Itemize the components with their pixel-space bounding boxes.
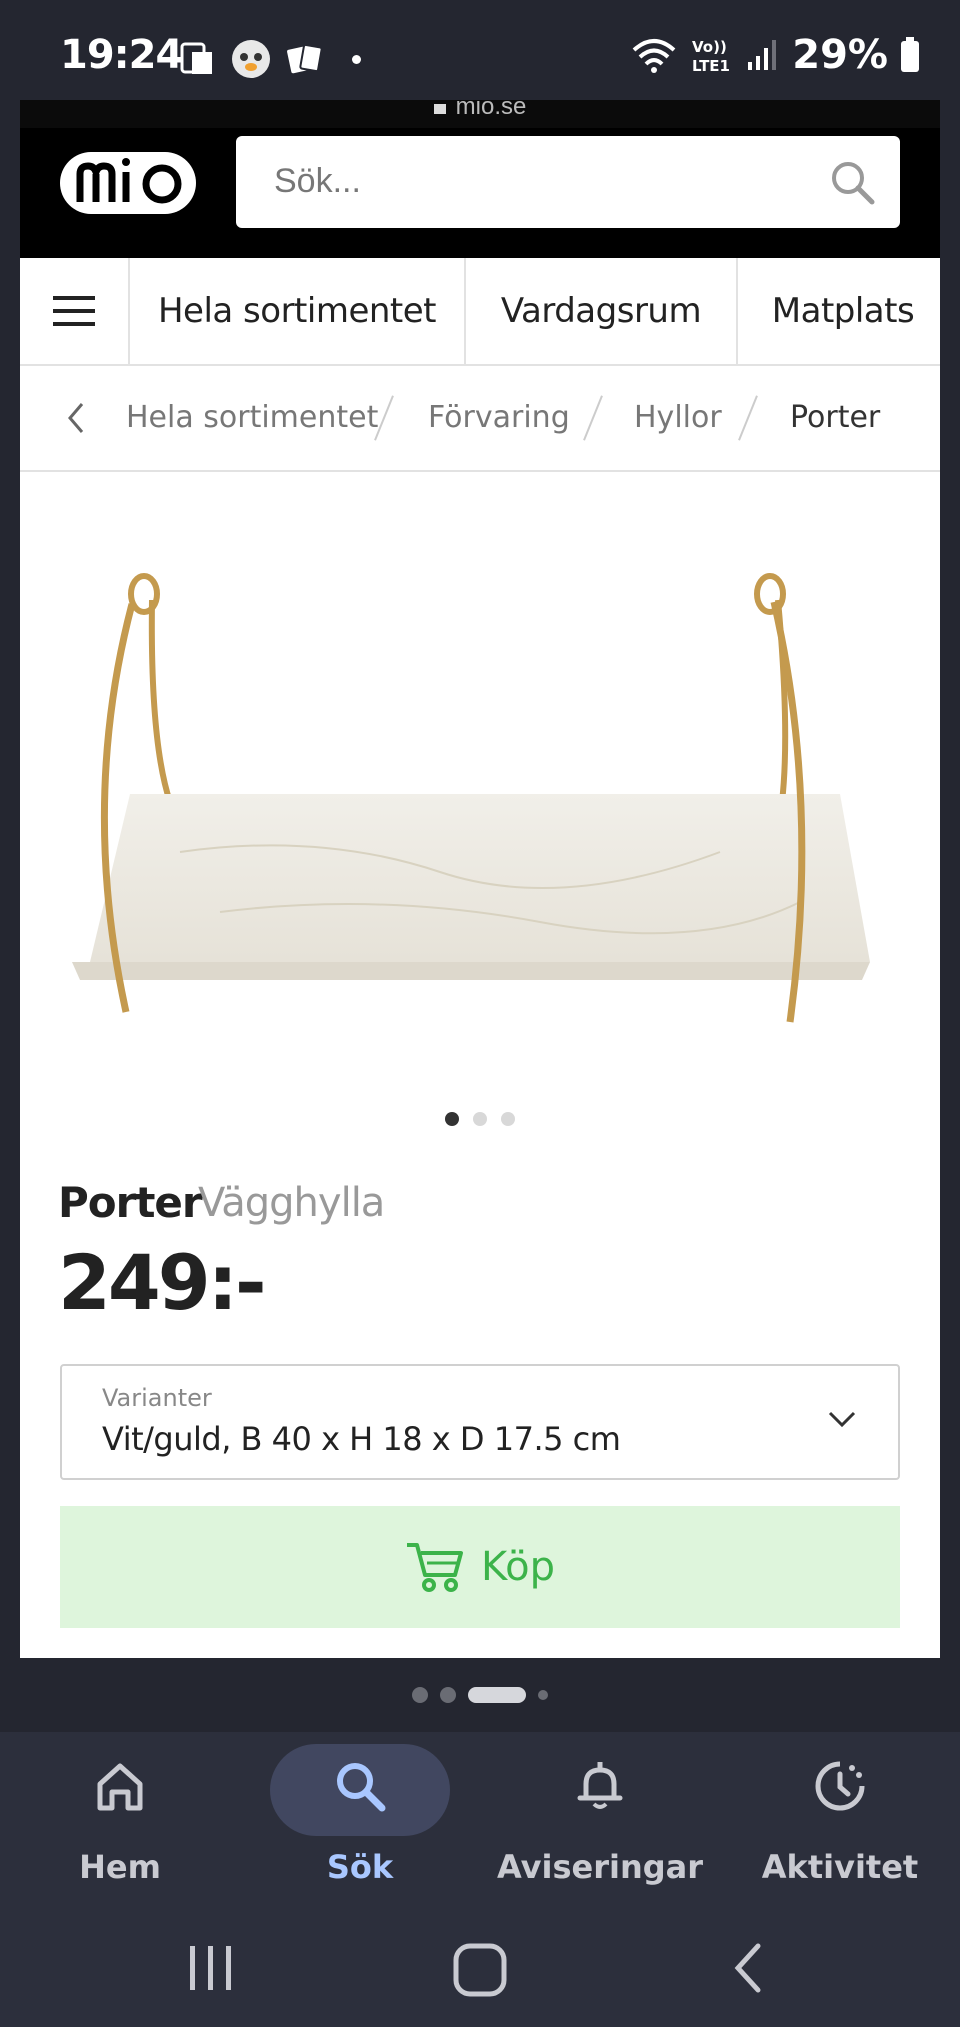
- wifi-icon: [632, 39, 676, 73]
- bottom-nav: Hem Sök Aviseringar Aktivitet: [0, 1732, 960, 1912]
- page-dot-active: [468, 1687, 526, 1703]
- url-text: mio.se: [455, 100, 527, 120]
- web-page: mio Sök... Hela sortimentet Vardagsrum M…: [20, 128, 940, 1658]
- breadcrumb: Hela sortimentet Förvaring Hyllor Porter: [20, 366, 940, 472]
- bottom-nav-notifications[interactable]: Aviseringar: [480, 1732, 720, 1912]
- bottom-nav-label: Aviseringar: [496, 1848, 703, 1886]
- breadcrumb-porter: Porter: [790, 400, 881, 435]
- bottom-nav-activity[interactable]: Aktivitet: [720, 1732, 960, 1912]
- cart-icon: [406, 1543, 463, 1592]
- battery-percent: 29%: [792, 32, 888, 78]
- search-icon[interactable]: [828, 158, 878, 208]
- status-bar: 19:24 Vo)) LTE1 29%: [0, 0, 960, 100]
- breadcrumb-separator: [738, 395, 758, 441]
- activity-icon: [815, 1761, 865, 1811]
- back-icon[interactable]: [728, 1942, 768, 1994]
- site-header: mio Sök...: [20, 128, 940, 258]
- lock-icon: [433, 104, 446, 114]
- nav-item-hela-sortimentet[interactable]: Hela sortimentet: [130, 258, 466, 364]
- variant-select[interactable]: Varianter Vit/guld, B 40 x H 18 x D 17.5…: [60, 1364, 900, 1480]
- page-dot: [412, 1687, 428, 1703]
- nav-item-matplats[interactable]: Matplats: [738, 258, 940, 364]
- carousel-dot[interactable]: [501, 1112, 515, 1126]
- hamburger-icon: [53, 296, 95, 326]
- system-nav-bar: [0, 1912, 960, 2027]
- more-notifications-dot: [352, 54, 361, 64]
- product-type: Vägghylla: [198, 1180, 385, 1226]
- product-name: Porter: [58, 1178, 203, 1227]
- page-dot: [538, 1690, 548, 1700]
- breadcrumb-hela-sortimentet[interactable]: Hela sortimentet: [126, 366, 378, 470]
- url-bar[interactable]: mio.se: [20, 100, 940, 130]
- svg-text:LTE1: LTE1: [692, 57, 730, 74]
- chevron-left-icon[interactable]: [66, 402, 86, 434]
- category-nav: Hela sortimentet Vardagsrum Matplats: [20, 258, 940, 366]
- page-indicator: [0, 1658, 960, 1732]
- app-face-icon: [232, 40, 270, 78]
- nav-item-vardagsrum[interactable]: Vardagsrum: [466, 258, 738, 364]
- recent-apps-icon[interactable]: [186, 1942, 236, 1994]
- search-placeholder: Sök...: [274, 162, 361, 200]
- menu-button[interactable]: [20, 258, 130, 364]
- home-button-icon[interactable]: [452, 1942, 508, 1998]
- search-icon: [337, 1763, 386, 1812]
- battery-icon: [901, 37, 919, 72]
- variant-value: Vit/guld, B 40 x H 18 x D 17.5 cm: [102, 1420, 621, 1458]
- cards-icon: [287, 43, 323, 74]
- buy-button[interactable]: Köp: [60, 1506, 900, 1628]
- chevron-down-icon: [828, 1411, 856, 1428]
- bell-icon: [577, 1762, 623, 1809]
- mio-logo[interactable]: mio: [58, 150, 198, 221]
- product-price: 249:-: [58, 1238, 267, 1327]
- bottom-nav-label: Sök: [326, 1848, 394, 1886]
- bottom-nav-search[interactable]: Sök: [240, 1732, 480, 1912]
- breadcrumb-separator: [583, 395, 603, 441]
- image-carousel-dots[interactable]: [20, 1112, 940, 1132]
- page-dot: [440, 1687, 456, 1703]
- bottom-nav-home[interactable]: Hem: [0, 1732, 240, 1912]
- logo-wordmark: mio: [60, 152, 196, 214]
- screenshot-icon: [180, 42, 212, 74]
- svg-text:Vo)): Vo)): [692, 38, 727, 56]
- volte-icon: Vo))LTE1: [692, 38, 730, 74]
- status-right: Vo)) LTE1 29%: [630, 32, 920, 78]
- carousel-dot[interactable]: [473, 1112, 487, 1126]
- shelf-illustration: [72, 573, 870, 1023]
- signal-icon: [748, 40, 777, 70]
- bottom-nav-label: Aktivitet: [761, 1848, 919, 1886]
- breadcrumb-forvaring[interactable]: Förvaring: [428, 366, 570, 470]
- breadcrumb-hyllor[interactable]: Hyllor: [634, 366, 722, 470]
- home-icon: [97, 1763, 143, 1811]
- search-input[interactable]: Sök...: [236, 136, 900, 228]
- variant-label: Varianter: [102, 1384, 212, 1412]
- status-time: 19:24: [60, 32, 183, 78]
- bottom-nav-label: Hem: [79, 1848, 161, 1886]
- buy-label: Köp: [480, 1544, 556, 1590]
- notification-icons: [180, 38, 361, 80]
- product-image[interactable]: [20, 472, 940, 1112]
- carousel-dot[interactable]: [445, 1112, 459, 1126]
